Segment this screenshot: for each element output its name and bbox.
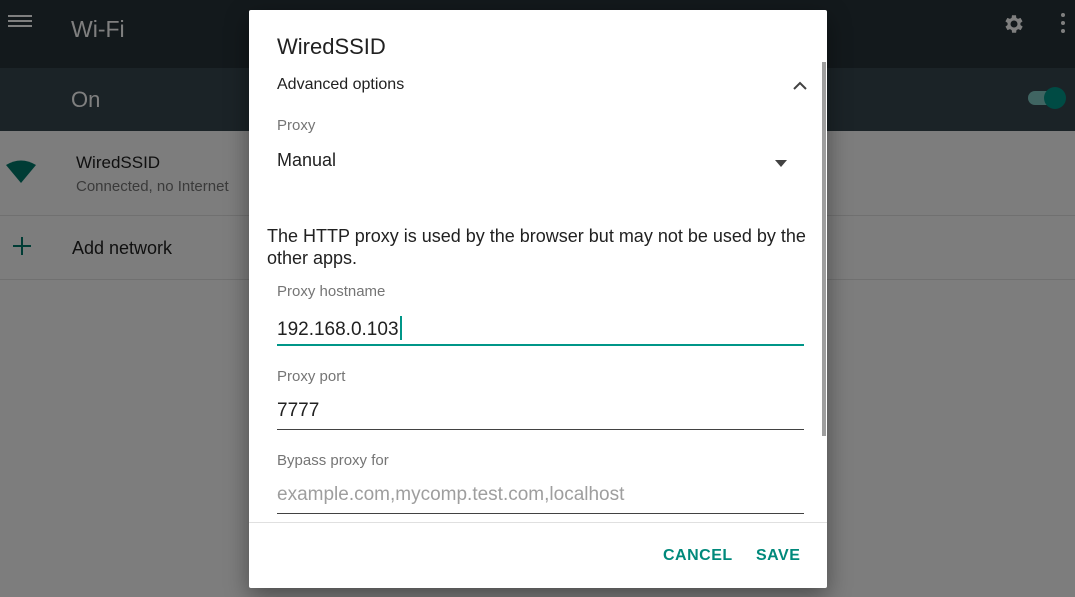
advanced-options-toggle[interactable]: Advanced options: [277, 76, 807, 98]
port-input[interactable]: 7777: [277, 396, 804, 430]
hostname-value: 192.168.0.103: [277, 319, 399, 340]
advanced-options-label: Advanced options: [277, 76, 405, 93]
text-cursor: [399, 316, 402, 340]
hostname-input[interactable]: 192.168.0.103: [277, 312, 804, 346]
proxy-label: Proxy: [277, 117, 316, 134]
bypass-input[interactable]: example.com,mycomp.test.com,localhost: [277, 480, 804, 514]
proxy-select-value: Manual: [277, 150, 337, 170]
bypass-placeholder: example.com,mycomp.test.com,localhost: [277, 484, 625, 505]
proxy-select[interactable]: Manual: [277, 150, 787, 180]
port-value: 7777: [277, 400, 320, 421]
chevron-up-icon[interactable]: [793, 80, 807, 90]
bypass-label: Bypass proxy for: [277, 452, 389, 469]
save-button[interactable]: SAVE: [756, 547, 800, 565]
cancel-button[interactable]: CANCEL: [663, 547, 733, 565]
hostname-label: Proxy hostname: [277, 283, 386, 300]
proxy-info-text: The HTTP proxy is used by the browser bu…: [267, 226, 806, 268]
dialog-scrollbar[interactable]: [822, 62, 826, 436]
dialog-divider: [249, 522, 827, 523]
port-label: Proxy port: [277, 368, 346, 385]
caret-down-icon[interactable]: [775, 160, 787, 168]
dialog-title: WiredSSID: [277, 34, 386, 59]
network-dialog: WiredSSID Advanced options Proxy Manual …: [249, 10, 827, 588]
